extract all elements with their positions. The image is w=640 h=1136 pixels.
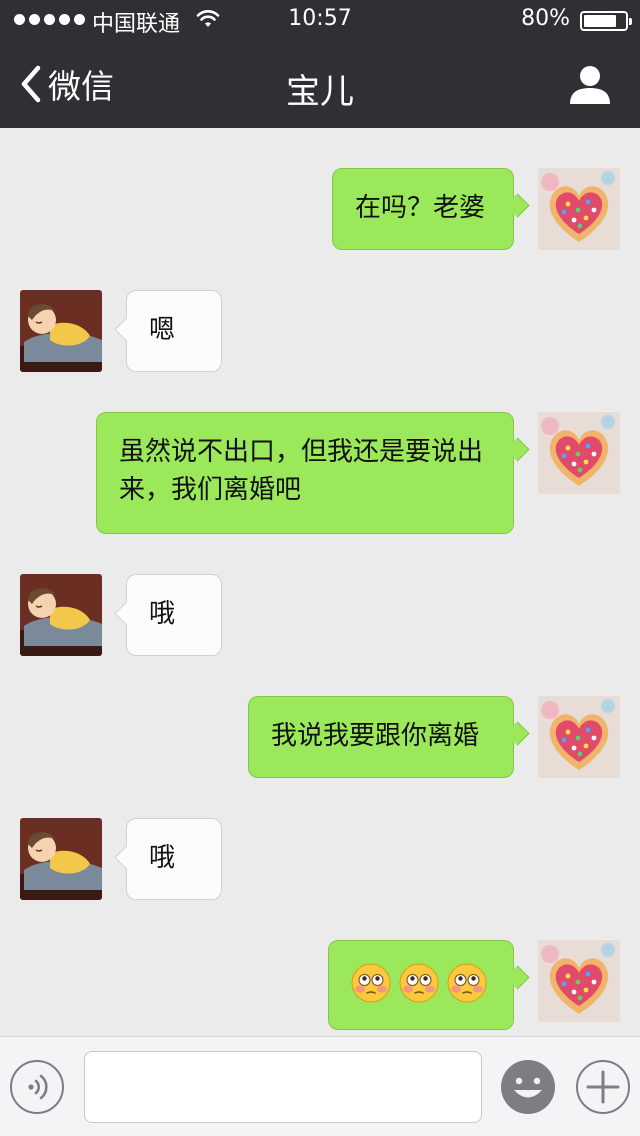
- plus-icon[interactable]: [575, 1059, 631, 1115]
- chevron-left-icon: [21, 65, 41, 103]
- emoji-picker-icon[interactable]: [500, 1059, 556, 1115]
- incoming-message[interactable]: 哦: [126, 818, 222, 900]
- input-bar: [0, 1036, 640, 1136]
- incoming-message[interactable]: 哦: [126, 574, 222, 656]
- battery-icon: [580, 11, 632, 31]
- back-button[interactable]: 微信: [18, 62, 114, 106]
- message-text: 嗯: [149, 315, 176, 345]
- outgoing-message[interactable]: 虽然说不出口，但我还是要说出来，我们离婚吧: [96, 412, 514, 534]
- battery-percent: 80%: [521, 6, 570, 31]
- header: 中国联通 10:57 80% 微信 宝儿: [0, 0, 640, 128]
- outgoing-message[interactable]: 在吗？老婆: [332, 168, 514, 250]
- battery-fill: [584, 15, 616, 27]
- outgoing-message[interactable]: [328, 940, 514, 1030]
- chat-screen: 中国联通 10:57 80% 微信 宝儿 在吗？老婆 嗯 虽然说不出口，但我还是…: [0, 0, 640, 1136]
- my-avatar[interactable]: [538, 696, 620, 778]
- message-text: 哦: [149, 599, 176, 629]
- message-text: 我说我要跟你离婚: [271, 721, 480, 751]
- contact-profile-icon[interactable]: [568, 64, 612, 104]
- voice-input-icon[interactable]: [9, 1059, 65, 1115]
- flushed-face-emoji-icon: [447, 963, 487, 1003]
- message-list[interactable]: 在吗？老婆 嗯 虽然说不出口，但我还是要说出来，我们离婚吧 哦 我说我要跟你离婚…: [0, 128, 640, 1036]
- contact-avatar[interactable]: [20, 574, 102, 656]
- message-text: 在吗？老婆: [355, 193, 486, 223]
- incoming-message[interactable]: 嗯: [126, 290, 222, 372]
- message-input[interactable]: [84, 1051, 482, 1123]
- my-avatar[interactable]: [538, 168, 620, 250]
- message-text: 虽然说不出口，但我还是要说出来，我们离婚吧: [119, 437, 484, 505]
- flushed-face-emoji-icon: [351, 963, 391, 1003]
- flushed-face-emoji-icon: [399, 963, 439, 1003]
- contact-avatar[interactable]: [20, 290, 102, 372]
- emoji-row: [351, 963, 491, 1003]
- status-bar: 中国联通 10:57 80%: [0, 0, 640, 40]
- contact-avatar[interactable]: [20, 818, 102, 900]
- my-avatar[interactable]: [538, 940, 620, 1022]
- my-avatar[interactable]: [538, 412, 620, 494]
- back-label: 微信: [48, 67, 114, 106]
- message-text: 哦: [149, 843, 176, 873]
- nav-bar: 微信 宝儿: [0, 40, 640, 128]
- outgoing-message[interactable]: 我说我要跟你离婚: [248, 696, 514, 778]
